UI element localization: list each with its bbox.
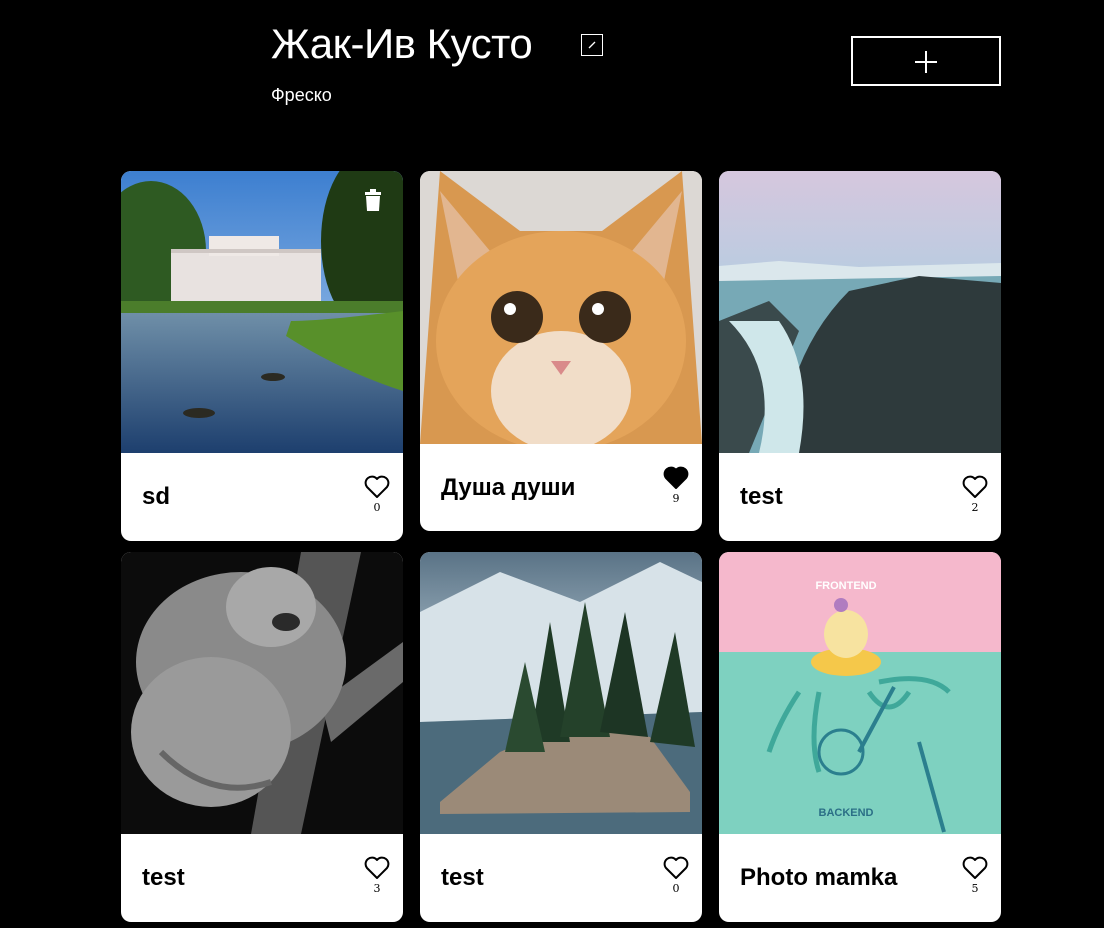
- card-image[interactable]: [420, 552, 702, 834]
- illustration-text-frontend: FRONTEND: [815, 580, 876, 592]
- card-title: Душа души: [441, 474, 576, 501]
- card-image[interactable]: [121, 552, 403, 834]
- place-card: sd 0: [121, 171, 403, 541]
- card-image[interactable]: [121, 171, 403, 453]
- place-card: FRONTEND BACKEND Photo mamka 5: [719, 552, 1001, 922]
- like-group: 9: [663, 466, 689, 505]
- like-group: 2: [962, 475, 988, 514]
- card-title: test: [740, 483, 783, 510]
- card-image[interactable]: FRONTEND BACKEND: [719, 552, 1001, 834]
- plus-icon: [915, 51, 937, 73]
- place-card: test 2: [719, 171, 1001, 541]
- like-group: 0: [364, 475, 390, 514]
- illustration-text-backend: BACKEND: [819, 807, 874, 819]
- heart-icon[interactable]: [962, 856, 988, 880]
- heart-icon[interactable]: [962, 475, 988, 499]
- pencil-icon: [588, 41, 596, 49]
- like-count: 2: [971, 501, 979, 514]
- heart-icon[interactable]: [364, 475, 390, 499]
- edit-profile-button[interactable]: [581, 34, 603, 56]
- like-group: 0: [663, 856, 689, 895]
- like-count: 9: [672, 492, 680, 505]
- like-count: 3: [373, 882, 381, 895]
- card-title: test: [441, 864, 484, 891]
- like-group: 5: [962, 856, 988, 895]
- place-card: test 0: [420, 552, 702, 922]
- card-title: Photo mamka: [740, 864, 898, 891]
- card-title: test: [142, 864, 185, 891]
- heart-icon[interactable]: [364, 856, 390, 880]
- place-card: Душа души 9: [420, 171, 702, 531]
- profile-about: Фреско: [271, 85, 332, 105]
- like-count: 0: [373, 501, 381, 514]
- profile-page: Жак-Ив Кусто Фреско sd 0 Душа души 9 tes…: [0, 0, 1104, 928]
- like-count: 5: [971, 882, 979, 895]
- heart-icon[interactable]: [663, 856, 689, 880]
- place-card: test 3: [121, 552, 403, 922]
- card-title: sd: [142, 483, 171, 510]
- delete-button[interactable]: [364, 189, 382, 211]
- like-count: 0: [672, 882, 680, 895]
- card-image[interactable]: [719, 171, 1001, 453]
- add-place-button[interactable]: [851, 36, 1001, 86]
- heart-icon[interactable]: [663, 466, 689, 490]
- like-group: 3: [364, 856, 390, 895]
- profile-name: Жак-Ив Кусто: [271, 20, 533, 67]
- card-image[interactable]: [420, 171, 702, 444]
